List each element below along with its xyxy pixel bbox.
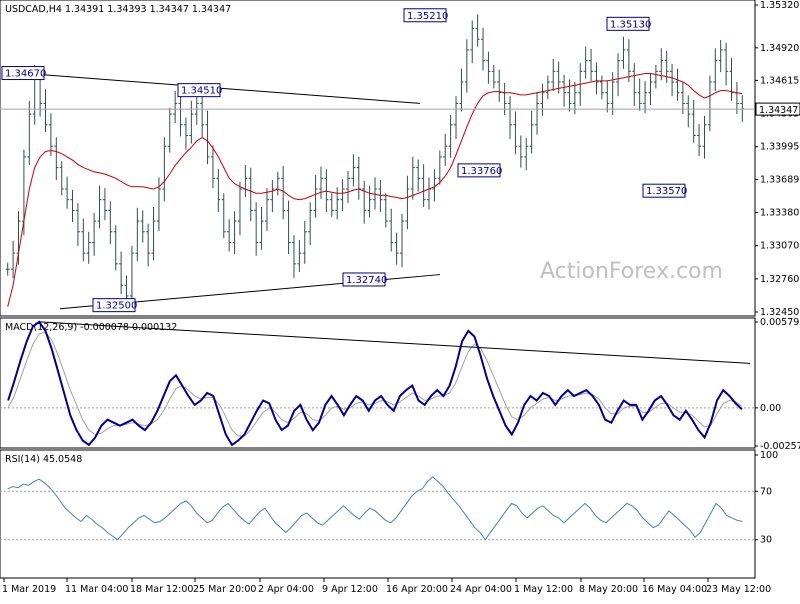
price-tick-label: 1.32760	[760, 274, 799, 285]
x-tick-label: 23 May 12:00	[706, 584, 771, 595]
annotation-label: 1.34670	[5, 69, 46, 80]
x-tick-label: 16 May 04:00	[642, 584, 707, 595]
price-tick-label: 1.34920	[760, 43, 799, 54]
chart-svg: ActionForex.com USDCAD,H4 1.34391 1.3439…	[0, 0, 800, 595]
axis-layer: 1.353201.349201.346151.343051.339951.336…	[2, 0, 800, 595]
rsi-tick-label: 70	[760, 486, 772, 497]
rsi-layer	[0, 476, 755, 541]
price-tick-label: 1.33689	[760, 174, 799, 185]
x-tick-label: 2 Apr 04:00	[258, 584, 314, 595]
rsi-panel-frame	[0, 449, 756, 579]
macd-line	[7, 320, 743, 447]
x-tick-label: 8 May 20:00	[579, 584, 638, 595]
price-tick-label: 1.33380	[760, 208, 799, 219]
annotation-label: 1.32740	[346, 275, 387, 286]
watermark: ActionForex.com	[540, 259, 723, 284]
price-header: USDCAD,H4 1.34391 1.34393 1.34347 1.3434…	[5, 4, 231, 15]
macd-panel-frame	[0, 317, 756, 449]
annotation-label: 1.35130	[610, 19, 651, 30]
trendline-upper	[39, 74, 421, 104]
annotation-label: 1.35210	[407, 11, 448, 22]
macd-signal-line	[7, 331, 743, 437]
macd-layer	[0, 320, 755, 447]
x-tick-label: 9 Apr 12:00	[322, 584, 378, 595]
price-tick-label: 1.33995	[760, 142, 799, 153]
x-tick-label: 1 Mar 2019	[2, 584, 56, 595]
forex-chart: ActionForex.com USDCAD,H4 1.34391 1.3439…	[0, 0, 800, 600]
annotation-label: 1.33570	[646, 186, 687, 197]
macd-tick-label: 0.005793	[760, 317, 800, 328]
x-tick-label: 18 Mar 12:00	[130, 584, 193, 595]
rsi-tick-label: 30	[760, 535, 772, 546]
annotation-label: 1.32500	[96, 301, 137, 312]
price-tick-label: 1.33070	[760, 241, 799, 252]
rsi-header: RSI(14) 45.0548	[5, 454, 82, 465]
price-tick-label: 1.35320	[760, 0, 799, 11]
price-tick-label: 1.34615	[760, 75, 799, 86]
current-price-label: 1.34347	[759, 105, 798, 116]
macd-tick-label: 0.00	[760, 403, 781, 414]
x-tick-label: 11 Mar 04:00	[65, 584, 128, 595]
x-tick-label: 1 May 12:00	[514, 584, 573, 595]
annotation-label: 1.33760	[461, 166, 502, 177]
x-tick-label: 16 Apr 20:00	[386, 584, 448, 595]
x-tick-label: 24 Apr 04:00	[450, 584, 512, 595]
x-tick-label: 25 Mar 20:00	[193, 584, 256, 595]
macd-trendline	[39, 321, 751, 364]
annotation-label: 1.34510	[181, 86, 222, 97]
rsi-line	[7, 476, 743, 541]
rsi-tick-label: 100	[760, 450, 778, 461]
